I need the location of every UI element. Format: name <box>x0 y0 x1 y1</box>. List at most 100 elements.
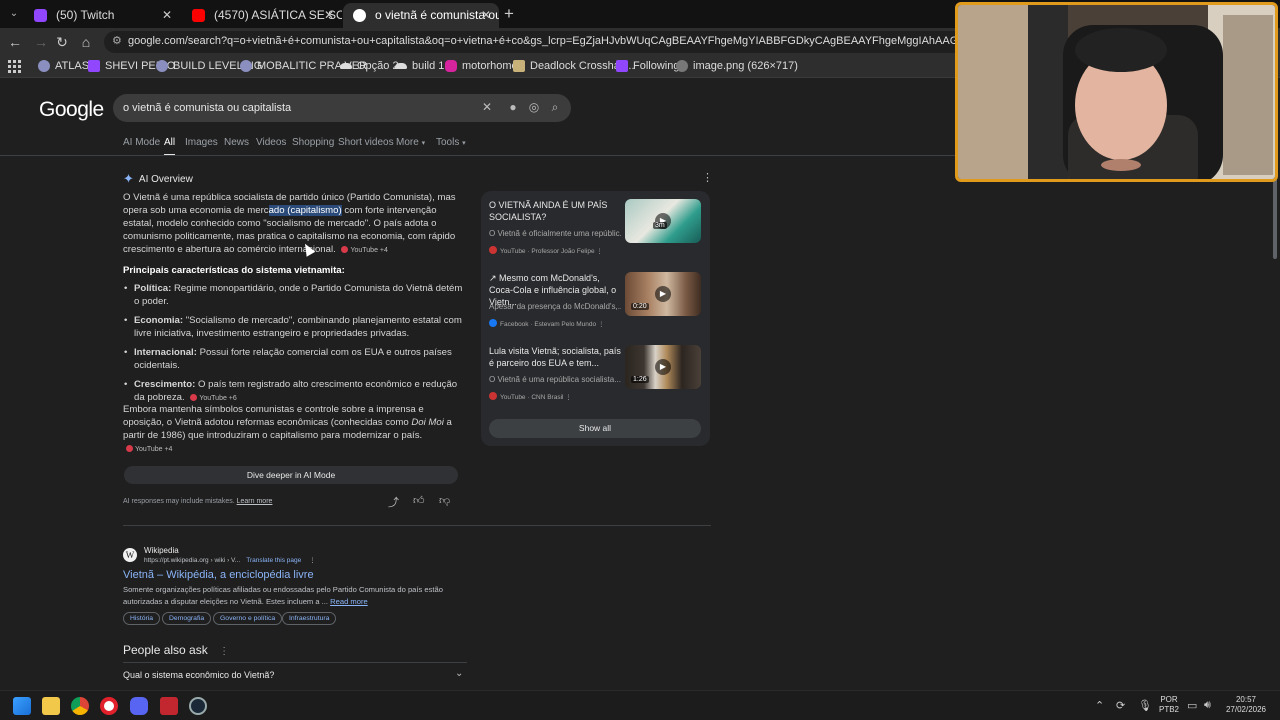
translate-link[interactable]: Translate this page <box>246 557 301 564</box>
chrome-icon[interactable] <box>71 697 89 715</box>
share-icon[interactable]: ⤴ <box>388 494 399 510</box>
home-icon[interactable]: ⌂ <box>77 33 95 51</box>
result-title-link[interactable]: Vietnã – Wikipédia, a enciclopédia livre <box>123 569 314 581</box>
dive-deeper-button[interactable]: Dive deeper in AI Mode <box>124 466 458 484</box>
gear-icon <box>156 60 168 72</box>
source-title: Lula visita Vietnã; socialista, país é p… <box>489 346 621 368</box>
tab-short-videos[interactable]: Short videos <box>338 137 394 148</box>
search-input[interactable]: o vietnã é comunista ou capitalista ✕ ● … <box>113 94 571 122</box>
source-card[interactable]: O VIETNÃ AINDA É UM PAÍS SOCIALISTA? O V… <box>489 199 701 261</box>
bookmark-opcao-2[interactable]: Opção 2 <box>340 60 399 72</box>
microphone-icon[interactable]: 🎙︎ <box>1138 699 1152 712</box>
twitch-icon <box>34 9 47 22</box>
close-icon[interactable]: ✕ <box>324 3 334 28</box>
google-logo[interactable]: Google <box>39 98 104 122</box>
tab-all[interactable]: All <box>164 137 176 156</box>
site-info-icon[interactable]: ⚙ <box>112 34 122 47</box>
source-chip[interactable]: YouTube +4 <box>341 244 388 257</box>
back-icon[interactable]: ← <box>6 33 24 51</box>
sitelink-pill[interactable]: Infraestrutura <box>282 612 337 625</box>
tab-more[interactable]: More ▾ <box>396 137 425 148</box>
tab-search-chevron-icon[interactable]: ⌄ <box>4 4 24 24</box>
video-thumbnail[interactable]: ▶ 0:20 <box>625 272 701 316</box>
more-options-icon[interactable]: ⋮ <box>702 171 713 184</box>
more-options-icon[interactable]: ⋮ <box>219 646 229 657</box>
more-options-icon[interactable]: ⋮ <box>598 321 605 328</box>
learn-more-link[interactable]: Learn more <box>237 498 273 505</box>
more-options-icon[interactable]: ⋮ <box>309 557 316 564</box>
clock[interactable]: 20:57 27/02/2026 <box>1222 695 1270 715</box>
twitch-icon <box>88 60 100 72</box>
result-snippet: Somente organizações políticas afiliadas… <box>123 585 443 606</box>
youtube-icon <box>341 246 349 253</box>
bookmark-atlas[interactable]: ATLAS <box>38 60 89 72</box>
bookmark-build-1[interactable]: build 1 <box>395 60 444 72</box>
video-duration: 3m <box>653 222 667 229</box>
chevron-up-icon[interactable]: ⌃ <box>1095 699 1104 712</box>
globe-icon <box>676 60 688 72</box>
lens-icon[interactable]: ◎ <box>526 99 542 115</box>
clear-icon[interactable]: ✕ <box>479 99 495 115</box>
source-chip[interactable]: YouTube +4 <box>126 443 172 456</box>
sitelink-pill[interactable]: Demografia <box>162 612 212 625</box>
windows-start-icon[interactable] <box>13 697 31 715</box>
source-card[interactable]: Lula visita Vietnã; socialista, país é p… <box>489 345 701 407</box>
steam-icon[interactable] <box>189 697 207 715</box>
show-all-button[interactable]: Show all <box>489 419 701 438</box>
opera-icon[interactable] <box>100 697 118 715</box>
file-explorer-icon[interactable] <box>42 697 60 715</box>
tab-tools[interactable]: Tools ▾ <box>436 137 466 148</box>
chevron-down-icon[interactable]: ⌄ <box>455 668 463 679</box>
youtube-icon <box>126 445 133 452</box>
browser-tab-twitch[interactable]: (50) Twitch ✕ <box>24 3 180 28</box>
thumbs-up-icon[interactable]: 👍︎ <box>413 494 425 507</box>
ai-overview-intro: O Vietnã é uma república socialista de p… <box>123 192 456 257</box>
reload-icon[interactable]: ↻ <box>53 33 71 51</box>
play-icon: ▶ <box>655 359 671 375</box>
gear-icon <box>38 60 50 72</box>
paa-question[interactable]: Qual o sistema econômico do Vietnã? <box>123 670 274 680</box>
video-thumbnail[interactable]: ▶ 1:26 <box>625 345 701 389</box>
read-more-link[interactable]: Read more <box>330 597 368 606</box>
language-indicator[interactable]: POR PTB2 <box>1158 695 1180 715</box>
tab-shopping[interactable]: Shopping <box>292 137 334 148</box>
search-icon[interactable]: ⌕ <box>547 99 563 115</box>
apps-grid-icon[interactable] <box>8 60 22 74</box>
youtube-icon <box>489 246 497 254</box>
ai-overview-points: Política: Regime monopartidário, onde o … <box>123 282 463 411</box>
browser-tab-google[interactable]: o vietnã é comunista ou capitali ✕ <box>343 3 499 28</box>
close-icon[interactable]: ✕ <box>162 3 172 28</box>
browser-tab-youtube[interactable]: (4570) ASIÁTICA SE SOLTOU E M ✕ <box>182 3 342 28</box>
microphone-icon[interactable]: ● <box>505 99 521 115</box>
video-thumbnail[interactable]: ▶ 3m <box>625 199 701 243</box>
sitelink-pill[interactable]: História <box>123 612 161 625</box>
bookmark-motorhome[interactable]: motorhome <box>445 60 518 72</box>
search-query: o vietnã é comunista ou capitalista <box>123 102 292 114</box>
sync-icon[interactable]: ⟳ <box>1116 699 1125 712</box>
tab-videos[interactable]: Videos <box>256 137 286 148</box>
tab-title: (4570) ASIÁTICA SE SOLTOU E M <box>214 8 342 22</box>
forward-icon[interactable]: → <box>32 33 50 51</box>
tab-news[interactable]: News <box>224 137 249 148</box>
sitelink-pill[interactable]: Governo e política <box>213 612 283 625</box>
volume-icon[interactable]: 🔊︎ <box>1204 699 1211 712</box>
twitch-icon <box>616 60 628 72</box>
more-options-icon[interactable]: ⋮ <box>596 248 603 255</box>
chevron-down-icon: ▾ <box>462 140 466 147</box>
source-card[interactable]: ↗ Mesmo com McDonald's, Coca-Cola e infl… <box>489 272 701 334</box>
source-snippet: Apesar da presença do McDonald's,... <box>489 302 621 311</box>
bookmark-following[interactable]: Following <box>616 60 679 72</box>
section-divider <box>123 525 711 526</box>
network-icon[interactable]: ▭ <box>1187 699 1197 712</box>
more-options-icon[interactable]: ⋮ <box>565 394 572 401</box>
chevron-down-icon: ▾ <box>421 140 426 147</box>
bookmark-image-png[interactable]: image.png (626×717) <box>676 60 798 72</box>
tab-ai-mode[interactable]: AI Mode <box>123 137 160 148</box>
google-icon <box>353 9 366 22</box>
discord-icon[interactable] <box>130 697 148 715</box>
close-icon[interactable]: ✕ <box>481 3 491 28</box>
new-tab-icon[interactable]: + <box>504 4 514 24</box>
thumbs-down-icon[interactable]: 👎︎ <box>439 494 450 507</box>
media-app-icon[interactable] <box>160 697 178 715</box>
tab-images[interactable]: Images <box>185 137 218 148</box>
